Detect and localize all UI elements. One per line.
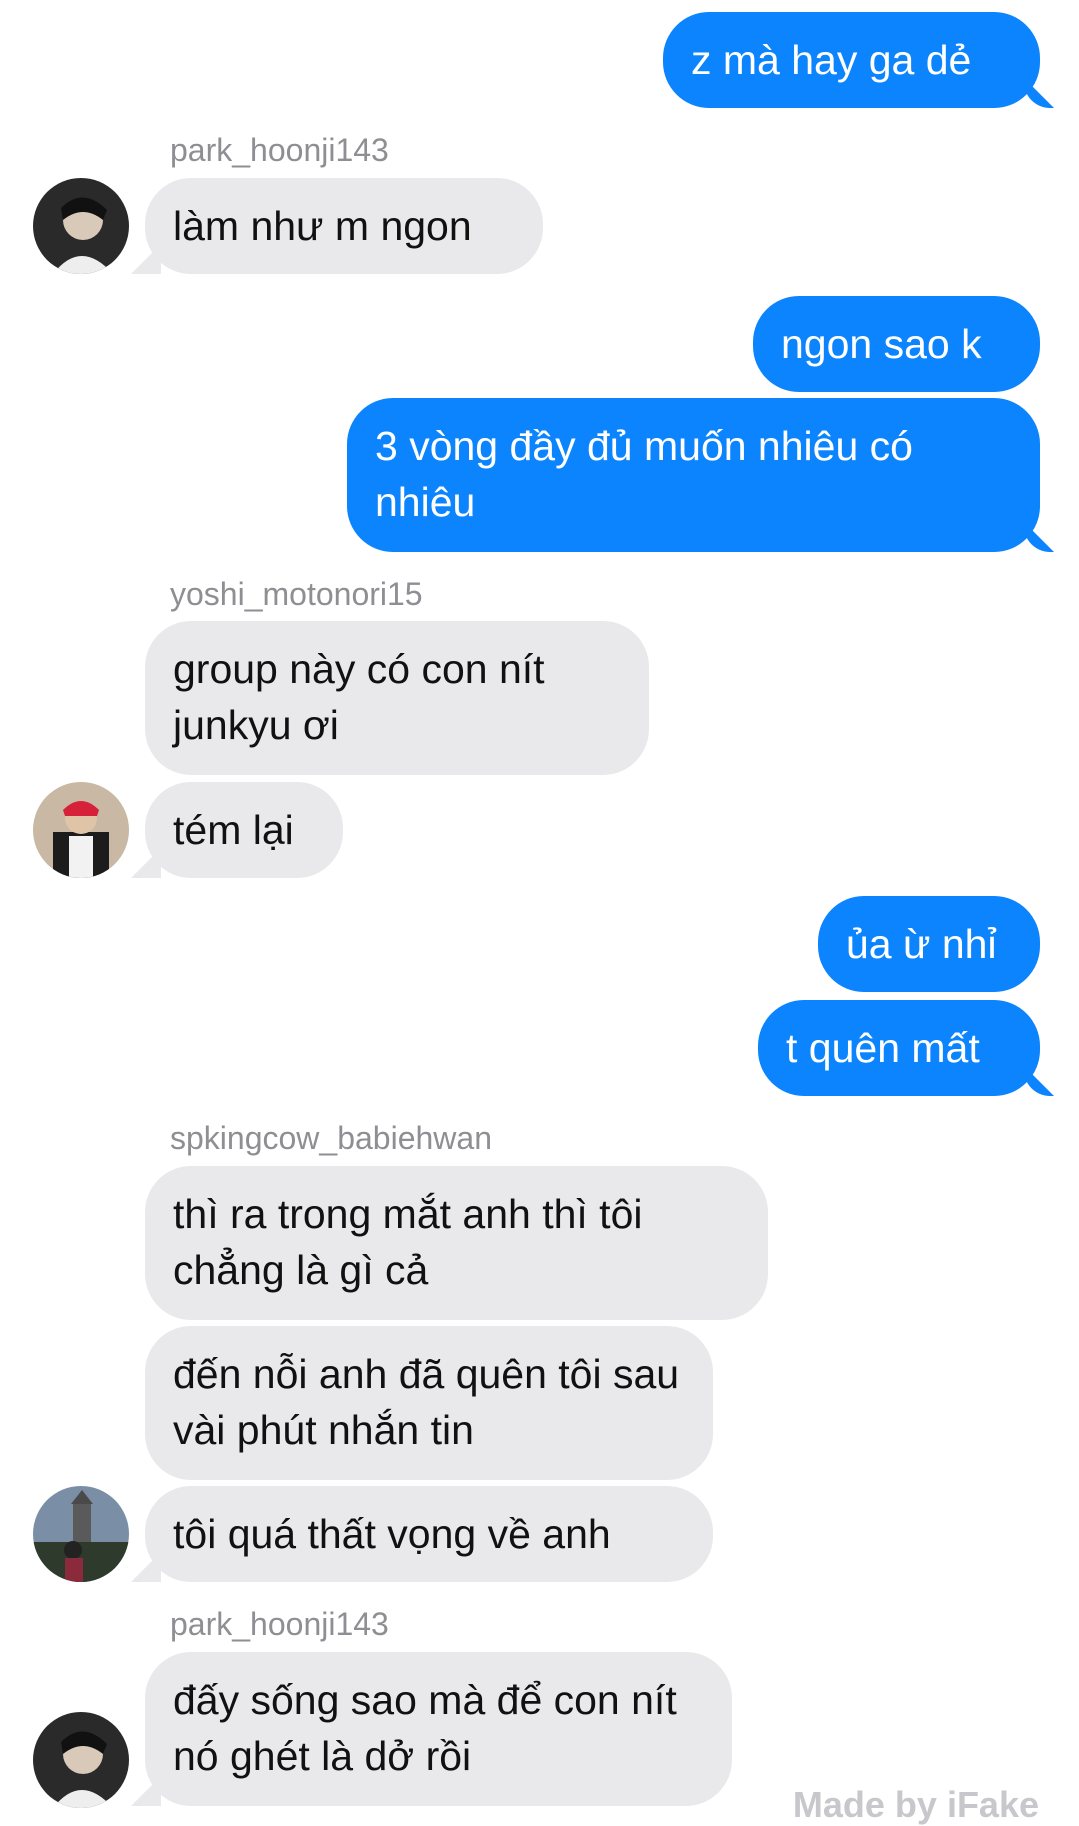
- outgoing-message[interactable]: ngon sao k: [753, 296, 1040, 392]
- incoming-message[interactable]: làm như m ngon: [145, 178, 543, 274]
- incoming-message[interactable]: group này có con nít junkyu ơi: [145, 621, 649, 775]
- outgoing-message[interactable]: 3 vòng đầy đủ muốn nhiêu có nhiêu: [347, 398, 1040, 552]
- sender-name: spkingcow_babiehwan: [170, 1120, 492, 1156]
- avatar-park-hoonji143[interactable]: [33, 178, 129, 274]
- sender-name: park_hoonji143: [170, 1606, 389, 1642]
- incoming-message[interactable]: tôi quá thất vọng về anh: [145, 1486, 713, 1582]
- outgoing-message[interactable]: ủa ừ nhỉ: [818, 896, 1040, 992]
- incoming-message[interactable]: tém lại: [145, 782, 343, 878]
- watermark: Made by iFake: [792, 1784, 1039, 1825]
- sender-name: park_hoonji143: [170, 132, 389, 168]
- outgoing-message[interactable]: z mà hay ga dẻ: [663, 12, 1040, 108]
- message-thread: z mà hay ga dẻ park_hoonji143 làm như m …: [0, 0, 1079, 1825]
- incoming-message[interactable]: đấy sống sao mà để con nít nó ghét là dở…: [145, 1652, 732, 1806]
- sender-name: yoshi_motonori15: [170, 576, 423, 612]
- incoming-message[interactable]: đến nỗi anh đã quên tôi sau vài phút nhắ…: [145, 1326, 713, 1480]
- avatar-park-hoonji143[interactable]: [33, 1712, 129, 1808]
- incoming-message[interactable]: thì ra trong mắt anh thì tôi chẳng là gì…: [145, 1166, 768, 1320]
- avatar-yoshi-motonori15[interactable]: [33, 782, 129, 878]
- avatar-spkingcow-babiehwan[interactable]: [33, 1486, 129, 1582]
- outgoing-message[interactable]: t quên mất: [758, 1000, 1040, 1096]
